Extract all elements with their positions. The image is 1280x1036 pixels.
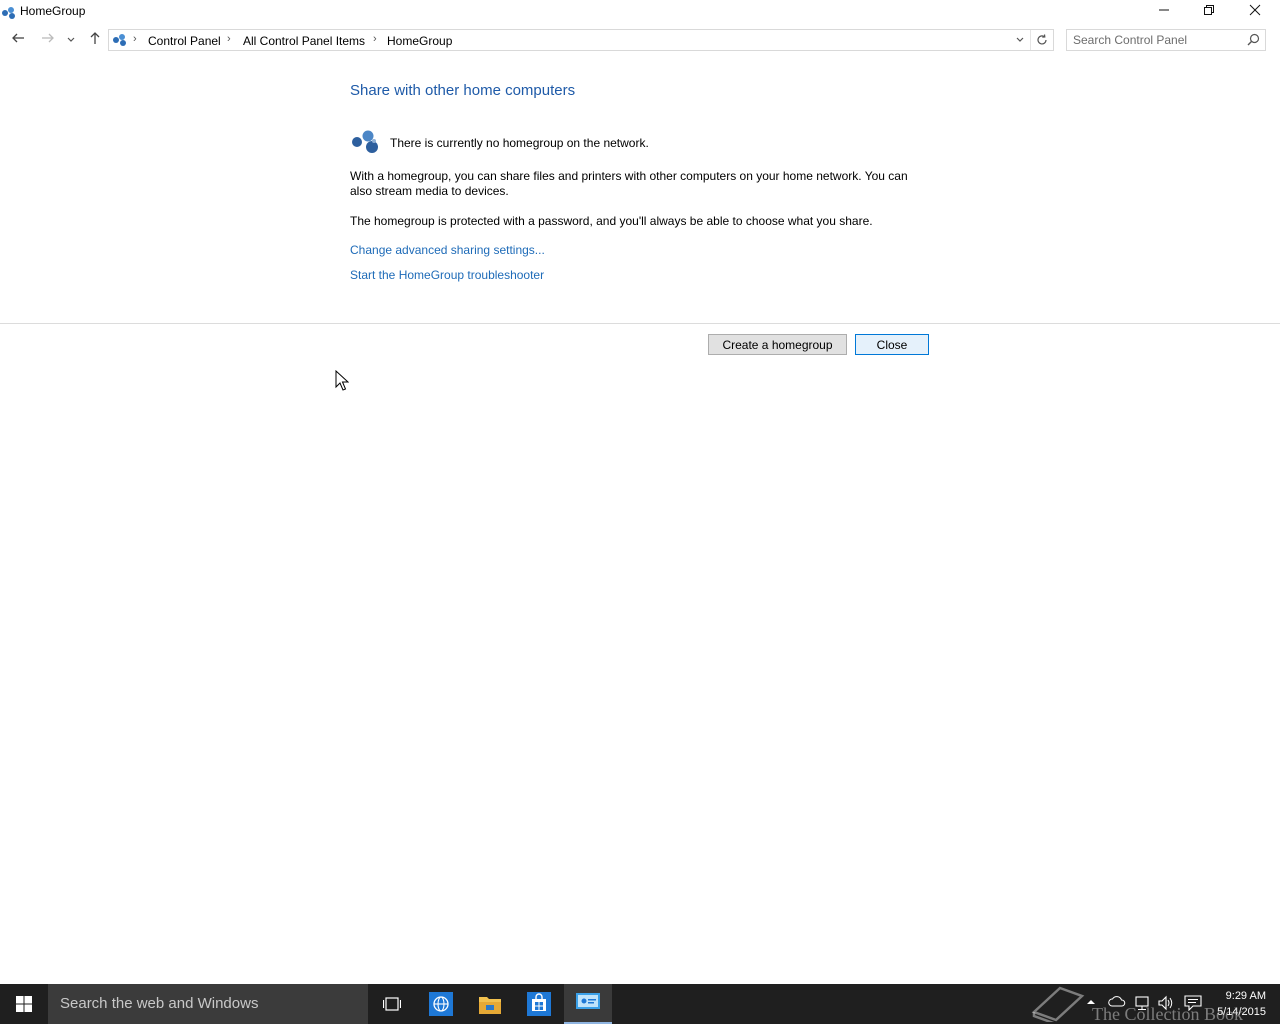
book-watermark-icon (1031, 986, 1085, 1022)
create-homegroup-button[interactable]: Create a homegroup (708, 334, 847, 355)
page-title: Share with other home computers (350, 82, 576, 99)
description-text: With a homegroup, you can share files an… (350, 169, 908, 198)
homegroup-icon (352, 130, 378, 153)
minimize-icon (1159, 9, 1169, 11)
homegroup-icon (113, 34, 126, 46)
change-advanced-sharing-link[interactable]: Change advanced sharing settings... (350, 243, 545, 257)
password-info-text: The homegroup is protected with a passwo… (350, 214, 873, 228)
chevron-right-icon[interactable]: › (373, 33, 377, 45)
divider (0, 323, 1280, 324)
taskbar-search-box[interactable]: Search the web and Windows (48, 984, 368, 1024)
start-button[interactable] (0, 984, 48, 1024)
clock-time: 9:29 AM (1225, 990, 1266, 1002)
forward-button[interactable] (38, 30, 58, 50)
window-close-button[interactable] (1232, 0, 1278, 22)
back-button[interactable] (8, 30, 28, 50)
taskbar-file-explorer[interactable] (466, 984, 514, 1024)
taskbar-search-placeholder[interactable]: Search the web and Windows (60, 995, 258, 1012)
restore-icon (1204, 5, 1214, 15)
taskbar-browser-app[interactable] (417, 984, 465, 1024)
homegroup-troubleshooter-link[interactable]: Start the HomeGroup troubleshooter (350, 268, 544, 282)
recent-locations-button[interactable] (62, 30, 80, 50)
folder-icon (479, 997, 501, 1014)
watermark-text: The Collection Book (1092, 1004, 1243, 1024)
control-panel-icon (576, 993, 600, 1009)
taskbar: Search the web and Windows 9:29 AM 5/14/… (0, 984, 1280, 1024)
breadcrumb-control-panel[interactable]: Control Panel (148, 34, 221, 48)
forward-arrow-icon (42, 33, 54, 43)
search-input[interactable] (1073, 32, 1238, 48)
minimize-button[interactable] (1141, 0, 1187, 22)
up-button[interactable] (85, 30, 105, 50)
chevron-right-icon[interactable]: › (227, 33, 231, 45)
back-arrow-icon (12, 33, 24, 43)
search-box[interactable] (1066, 29, 1266, 51)
homegroup-status: There is currently no homegroup on the n… (390, 136, 649, 150)
homegroup-icon (2, 7, 15, 19)
window-title: HomeGroup (20, 4, 86, 18)
refresh-icon (1037, 34, 1047, 45)
store-icon (527, 992, 551, 1016)
mouse-cursor-icon (335, 370, 349, 391)
taskbar-store[interactable] (515, 984, 563, 1024)
up-arrow-icon (90, 32, 100, 44)
chevron-down-icon (67, 37, 75, 42)
windows-logo-icon (16, 996, 32, 1012)
task-view-icon (383, 997, 401, 1011)
refresh-button[interactable] (1030, 30, 1053, 50)
chevron-right-icon[interactable]: › (133, 33, 137, 45)
breadcrumb-all-control-panel-items[interactable]: All Control Panel Items (243, 34, 365, 48)
address-bar[interactable]: › Control Panel › All Control Panel Item… (108, 29, 1054, 51)
restore-button[interactable] (1186, 0, 1232, 22)
taskbar-control-panel[interactable] (564, 984, 612, 1024)
search-icon[interactable] (1247, 33, 1260, 46)
close-icon (1249, 4, 1261, 16)
title-bar: HomeGroup (0, 0, 1280, 24)
close-button[interactable]: Close (855, 334, 929, 355)
address-dropdown-button[interactable] (1011, 32, 1029, 48)
globe-icon (429, 992, 453, 1016)
breadcrumb-homegroup[interactable]: HomeGroup (387, 34, 452, 48)
chevron-down-icon (1016, 37, 1024, 42)
task-view-button[interactable] (368, 984, 416, 1024)
